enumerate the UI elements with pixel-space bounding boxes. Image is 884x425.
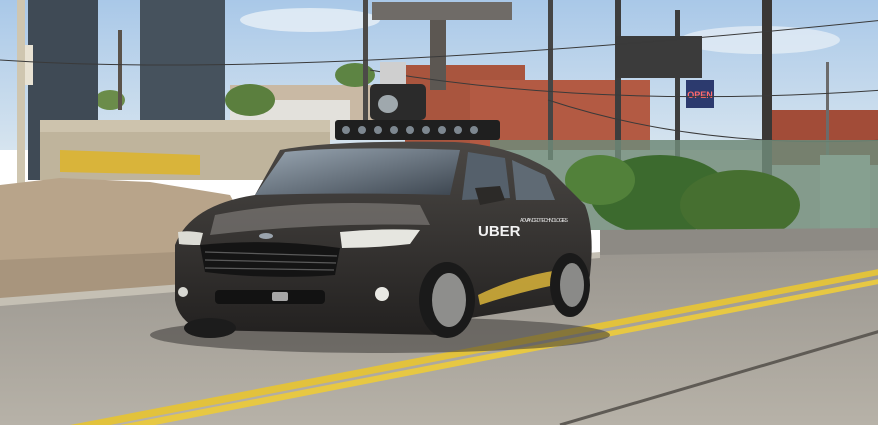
fence-gate bbox=[820, 155, 870, 230]
advanced-technologies-text: ADVANCED TECHNOLOGIES bbox=[520, 218, 569, 224]
camera-dome bbox=[378, 95, 398, 113]
overpass-pillar bbox=[140, 0, 225, 140]
street-photo: OPEN UBER ADVANCED TECHNOLOGIES bbox=[0, 0, 884, 425]
pole-bracket bbox=[25, 45, 33, 85]
tree bbox=[335, 63, 375, 87]
front-sensor bbox=[272, 292, 288, 301]
fog-light bbox=[178, 287, 188, 297]
uber-logo-text: UBER bbox=[478, 223, 521, 240]
tree bbox=[225, 84, 275, 116]
windshield bbox=[255, 148, 460, 195]
utility-pole bbox=[118, 30, 122, 110]
lidar-sensor bbox=[380, 62, 406, 84]
front-grille bbox=[200, 242, 340, 277]
front-rim bbox=[432, 273, 466, 327]
billboard bbox=[372, 2, 512, 20]
fog-light bbox=[375, 287, 389, 301]
open-sign-text: OPEN bbox=[687, 90, 713, 100]
lower-intake bbox=[215, 290, 325, 304]
front-left-tire bbox=[184, 318, 236, 338]
barrier-top bbox=[40, 120, 330, 132]
cloud bbox=[680, 26, 840, 54]
headlight-left bbox=[178, 231, 203, 245]
signal-box bbox=[616, 36, 702, 78]
ford-badge bbox=[259, 233, 273, 239]
cloud bbox=[240, 8, 380, 32]
utility-pole bbox=[548, 0, 553, 160]
photo-border bbox=[878, 0, 884, 425]
rear-rim bbox=[560, 263, 584, 307]
roof-cameras bbox=[342, 126, 478, 134]
